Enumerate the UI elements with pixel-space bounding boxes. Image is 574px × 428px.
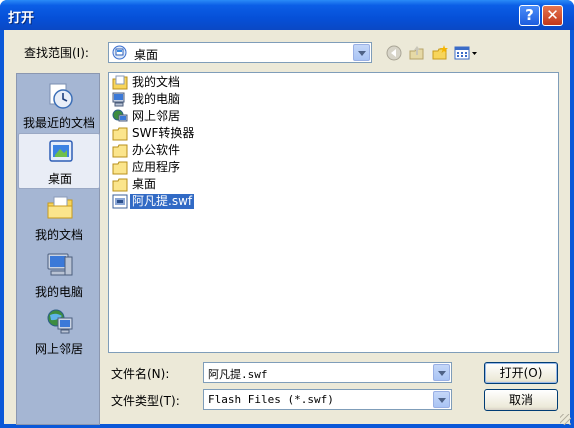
help-button[interactable]: ? [519,5,540,26]
open-button[interactable]: 打开(O) [484,362,558,384]
file-name: 我的电脑 [132,92,181,106]
window-title: 打开 [8,11,35,26]
filename-value: 阿凡提.swf [208,368,268,381]
my-computer-icon [112,92,125,107]
file-name: SWF转换器 [132,126,195,140]
places-bar: 我最近的文档 桌面 我的文档 我的电脑 网上邻居 [16,73,100,425]
swf-file-icon [112,194,128,209]
lookin-value: 桌面 [134,48,159,62]
resize-grip[interactable] [560,414,571,425]
desktop-icon [49,140,73,162]
file-name: 网上邻居 [132,109,181,123]
filename-label: 文件名(N): [111,367,170,381]
place-label: 我的电脑 [34,285,83,299]
folder-icon [112,178,128,192]
filename-field[interactable]: 阿凡提.swf [203,362,452,383]
place-recent-documents[interactable]: 我最近的文档 [18,78,100,134]
place-label: 桌面 [47,172,72,186]
filetype-value: Flash Files (*.swf) [208,393,334,406]
my-computer-icon [47,253,73,276]
open-dialog-window: 打开 ? ✕ 查找范围(I): 桌面 我最近的文档 桌面 我的文档 我的电脑 网… [0,0,574,428]
views-menu-icon[interactable] [453,43,479,63]
filetype-label: 文件类型(T): [111,394,180,408]
network-icon [112,109,128,122]
filename-dropdown-arrow[interactable] [433,364,450,381]
file-name: 阿凡提.swf [130,194,195,209]
place-desktop[interactable]: 桌面 [18,133,100,189]
place-my-computer[interactable]: 我的电脑 [18,247,100,303]
folder-icon [112,127,128,141]
folder-icon [112,144,128,158]
title-bar[interactable]: 打开 ? ✕ [0,0,574,30]
cancel-button[interactable]: 取消 [484,389,558,411]
close-button[interactable]: ✕ [542,5,563,26]
my-documents-icon [112,75,128,90]
folder-icon [112,161,128,175]
my-documents-icon [47,196,73,219]
network-icon [47,309,73,334]
recent-documents-icon [49,83,73,109]
file-name: 我的文档 [132,75,181,89]
place-my-documents[interactable]: 我的文档 [18,190,100,246]
up-folder-icon[interactable] [407,43,427,63]
filetype-dropdown-arrow[interactable] [433,391,450,408]
back-icon[interactable] [384,43,404,63]
place-label: 网上邻居 [34,342,83,356]
file-list[interactable]: 我的文档 我的电脑 网上邻居 SWF转换器 办公软件 应用程序 桌面 阿凡提.s… [108,72,559,353]
place-label: 我的文档 [34,228,83,242]
filetype-select[interactable]: Flash Files (*.swf) [203,389,452,410]
lookin-label: 查找范围(I): [24,46,89,60]
place-network[interactable]: 网上邻居 [18,304,100,360]
file-name: 桌面 [132,177,157,191]
file-name: 应用程序 [132,160,181,174]
place-label: 我最近的文档 [22,116,95,130]
file-name: 办公软件 [132,143,181,157]
desktop-icon [112,45,127,60]
lookin-dropdown-arrow[interactable] [353,44,370,61]
lookin-combo[interactable]: 桌面 [108,42,372,63]
new-folder-icon[interactable] [430,43,450,63]
